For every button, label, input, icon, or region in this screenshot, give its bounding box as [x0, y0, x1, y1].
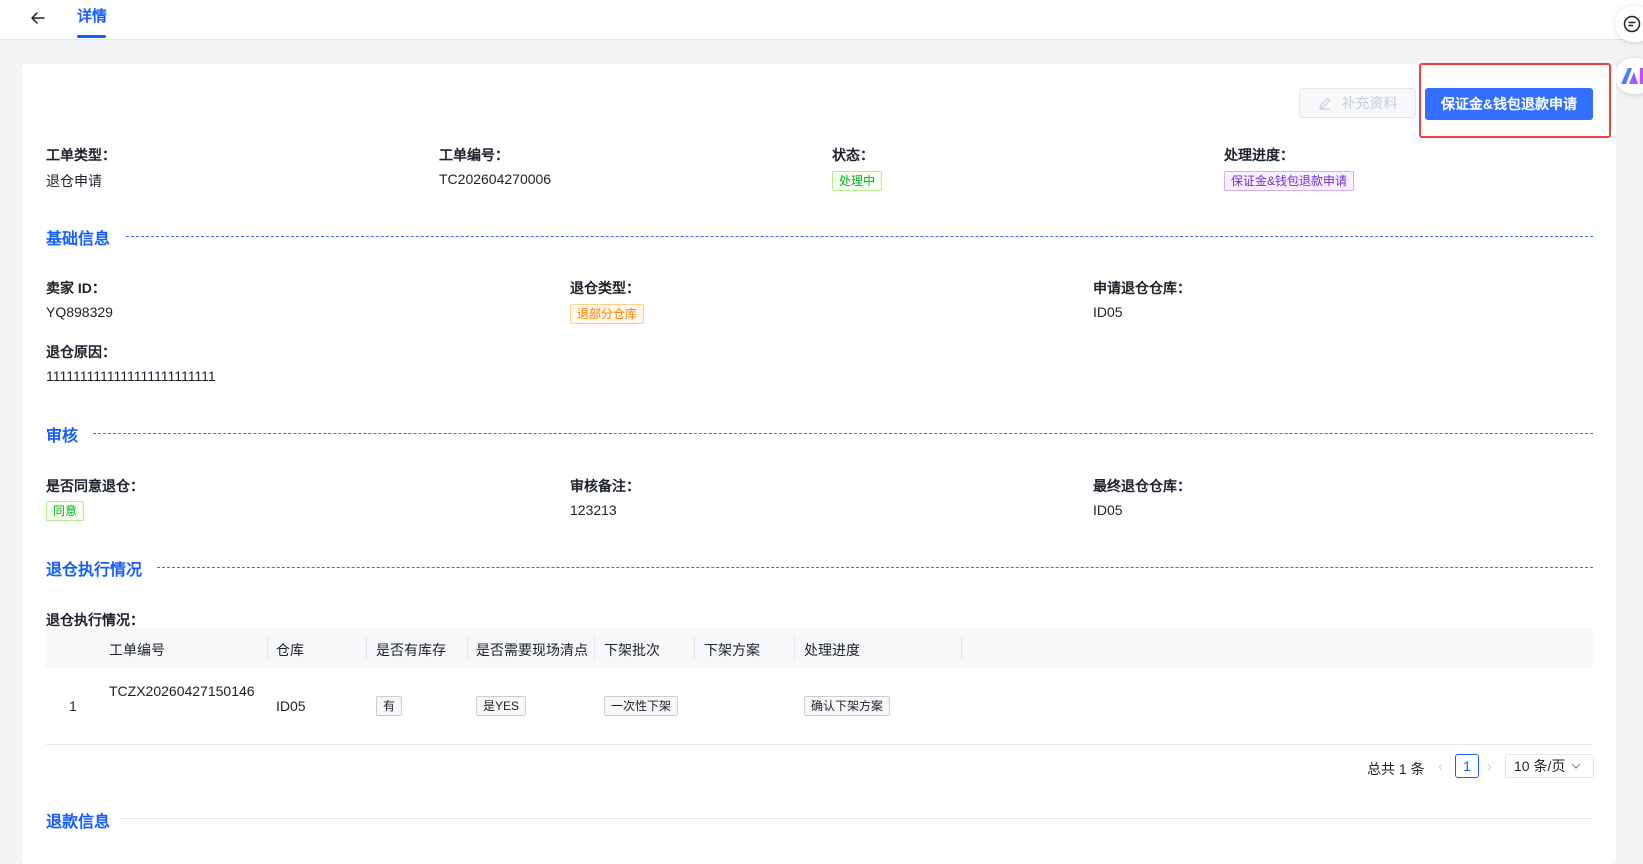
chat-widget[interactable] [1615, 6, 1643, 42]
review-remark-label: 审核备注： [570, 478, 640, 494]
return-reason-label: 退仓原因： [46, 344, 116, 360]
column-header: 下架批次 [604, 642, 660, 658]
column-header: 处理进度 [804, 642, 860, 658]
final-warehouse-label: 最终退仓仓库： [1093, 478, 1191, 494]
section-title-review: 审核 [46, 428, 79, 445]
next-page-icon[interactable]: › [1487, 758, 1492, 774]
apply-warehouse-label: 申请退仓仓库： [1093, 280, 1191, 296]
progress-badge: 保证金&钱包退款申请 [1224, 171, 1355, 191]
order-type-label: 工单类型： [46, 147, 116, 163]
agree-badge: 同意 [46, 501, 85, 521]
column-divider [794, 636, 795, 660]
page-size-select[interactable]: 10 条/页 [1505, 754, 1594, 778]
apply-warehouse-value: ID05 [1093, 304, 1123, 320]
supplement-button[interactable]: 补充资料 [1299, 88, 1416, 118]
cell-batch: 一次性下架 [604, 696, 679, 716]
column-divider [267, 636, 268, 660]
column-header: 仓库 [276, 642, 304, 658]
section-title-refund: 退款信息 [46, 814, 111, 831]
column-header: 是否有库存 [376, 642, 446, 658]
edit-icon [1318, 97, 1330, 110]
final-warehouse-value: ID05 [1093, 502, 1123, 518]
cell-warehouse: ID05 [276, 698, 306, 714]
cell-order-no: TCZX20260427150146 [109, 683, 255, 699]
row-divider [46, 744, 1593, 745]
cell-progress: 确认下架方案 [804, 696, 891, 716]
status-badge: 处理中 [832, 171, 883, 191]
column-divider [467, 636, 468, 660]
section-divider [120, 818, 1593, 819]
order-no-label: 工单编号： [439, 147, 509, 163]
cell-has-stock: 有 [376, 696, 403, 716]
back-button[interactable] [26, 6, 50, 30]
order-type-value: 退仓申请 [46, 173, 102, 189]
prev-page-icon[interactable]: ‹ [1438, 758, 1443, 774]
return-type-badge: 退部分仓库 [570, 304, 645, 324]
order-no-value: TC202604270006 [439, 171, 552, 187]
page-number-button[interactable]: 1 [1455, 754, 1479, 778]
column-divider [694, 636, 695, 660]
progress-label: 处理进度： [1224, 147, 1294, 163]
supplement-label: 补充资料 [1341, 95, 1398, 111]
section-title-basic: 基础信息 [46, 231, 111, 248]
column-divider [366, 636, 367, 660]
cell-need-count: 是YES [476, 696, 527, 716]
chat-icon [1623, 15, 1641, 33]
pagination-total: 总共 1 条 [1367, 761, 1425, 777]
agree-label: 是否同意退仓： [46, 478, 144, 494]
arrow-left-icon [31, 12, 45, 24]
section-divider [93, 433, 1593, 434]
tab-active-indicator [77, 35, 106, 38]
row-index: 1 [69, 698, 77, 714]
status-label: 状态： [832, 147, 874, 163]
review-remark-value: 123213 [570, 502, 617, 518]
top-bar: 详情 [0, 0, 1643, 40]
page-size-value: 10 条/页 [1514, 758, 1566, 774]
section-divider [157, 567, 1593, 568]
execution-sub-label: 退仓执行情况： [46, 612, 144, 628]
ai-logo-icon [1621, 68, 1643, 84]
column-header: 是否需要现场清点 [476, 642, 588, 658]
section-divider [126, 236, 1593, 237]
column-header: 下架方案 [704, 642, 760, 658]
refund-apply-button[interactable]: 保证金&钱包退款申请 [1425, 88, 1593, 120]
column-divider [961, 636, 962, 660]
ai-assistant-widget[interactable] [1615, 58, 1643, 94]
column-header: 工单编号 [109, 642, 165, 658]
tab-detail[interactable]: 详情 [77, 0, 107, 39]
seller-id-value: YQ898329 [46, 304, 113, 320]
return-type-label: 退仓类型： [570, 280, 640, 296]
return-reason-value: 1111111111111111111111111 [46, 368, 216, 384]
chevron-down-icon [1571, 763, 1581, 769]
seller-id-label: 卖家 ID： [46, 280, 106, 296]
section-title-execution: 退仓执行情况 [46, 562, 143, 579]
column-divider [594, 636, 595, 660]
